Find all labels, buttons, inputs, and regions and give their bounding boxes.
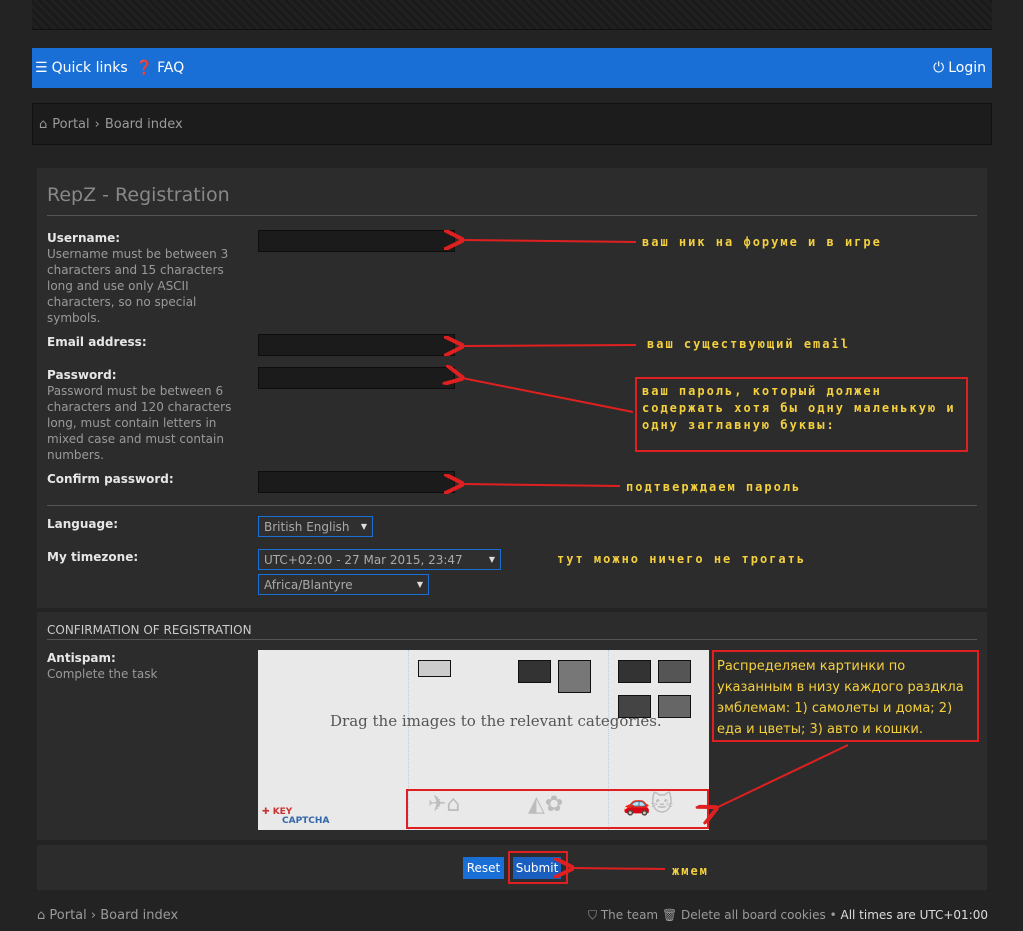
footer-links: ⛉ The team 🗑 Delete all board cookies • … bbox=[588, 908, 988, 922]
footer-portal-link[interactable]: Portal bbox=[49, 908, 86, 923]
team-link[interactable]: The team bbox=[601, 908, 658, 922]
delete-cookies-link[interactable]: Delete all board cookies bbox=[681, 908, 826, 922]
annotation-password: ваш пароль, который должен содержать хот… bbox=[642, 384, 956, 432]
annotation-nick: ваш ник на форуме и в игре bbox=[642, 235, 882, 249]
timezone-info: All times are UTC+01:00 bbox=[840, 908, 988, 922]
annotation-captcha: Распределяем картинки по указанным в низ… bbox=[717, 659, 964, 737]
annotation-submit: жмем bbox=[672, 864, 709, 878]
footer-breadcrumb: ⌂ Portal › Board index bbox=[37, 908, 178, 923]
chevron-right-icon: › bbox=[90, 908, 97, 923]
annotation-email: ваш существующий email bbox=[647, 337, 850, 351]
trash-icon: 🗑 bbox=[661, 908, 678, 922]
annotation-timezone: тут можно ничего не трогать bbox=[557, 552, 807, 566]
annotation-confirm: подтверждаем пароль bbox=[626, 480, 802, 494]
shield-icon: ⛉ bbox=[588, 908, 598, 922]
footer-board-index-link[interactable]: Board index bbox=[100, 908, 178, 923]
annotation-arrows bbox=[406, 0, 979, 884]
home-icon: ⌂ bbox=[37, 908, 46, 923]
